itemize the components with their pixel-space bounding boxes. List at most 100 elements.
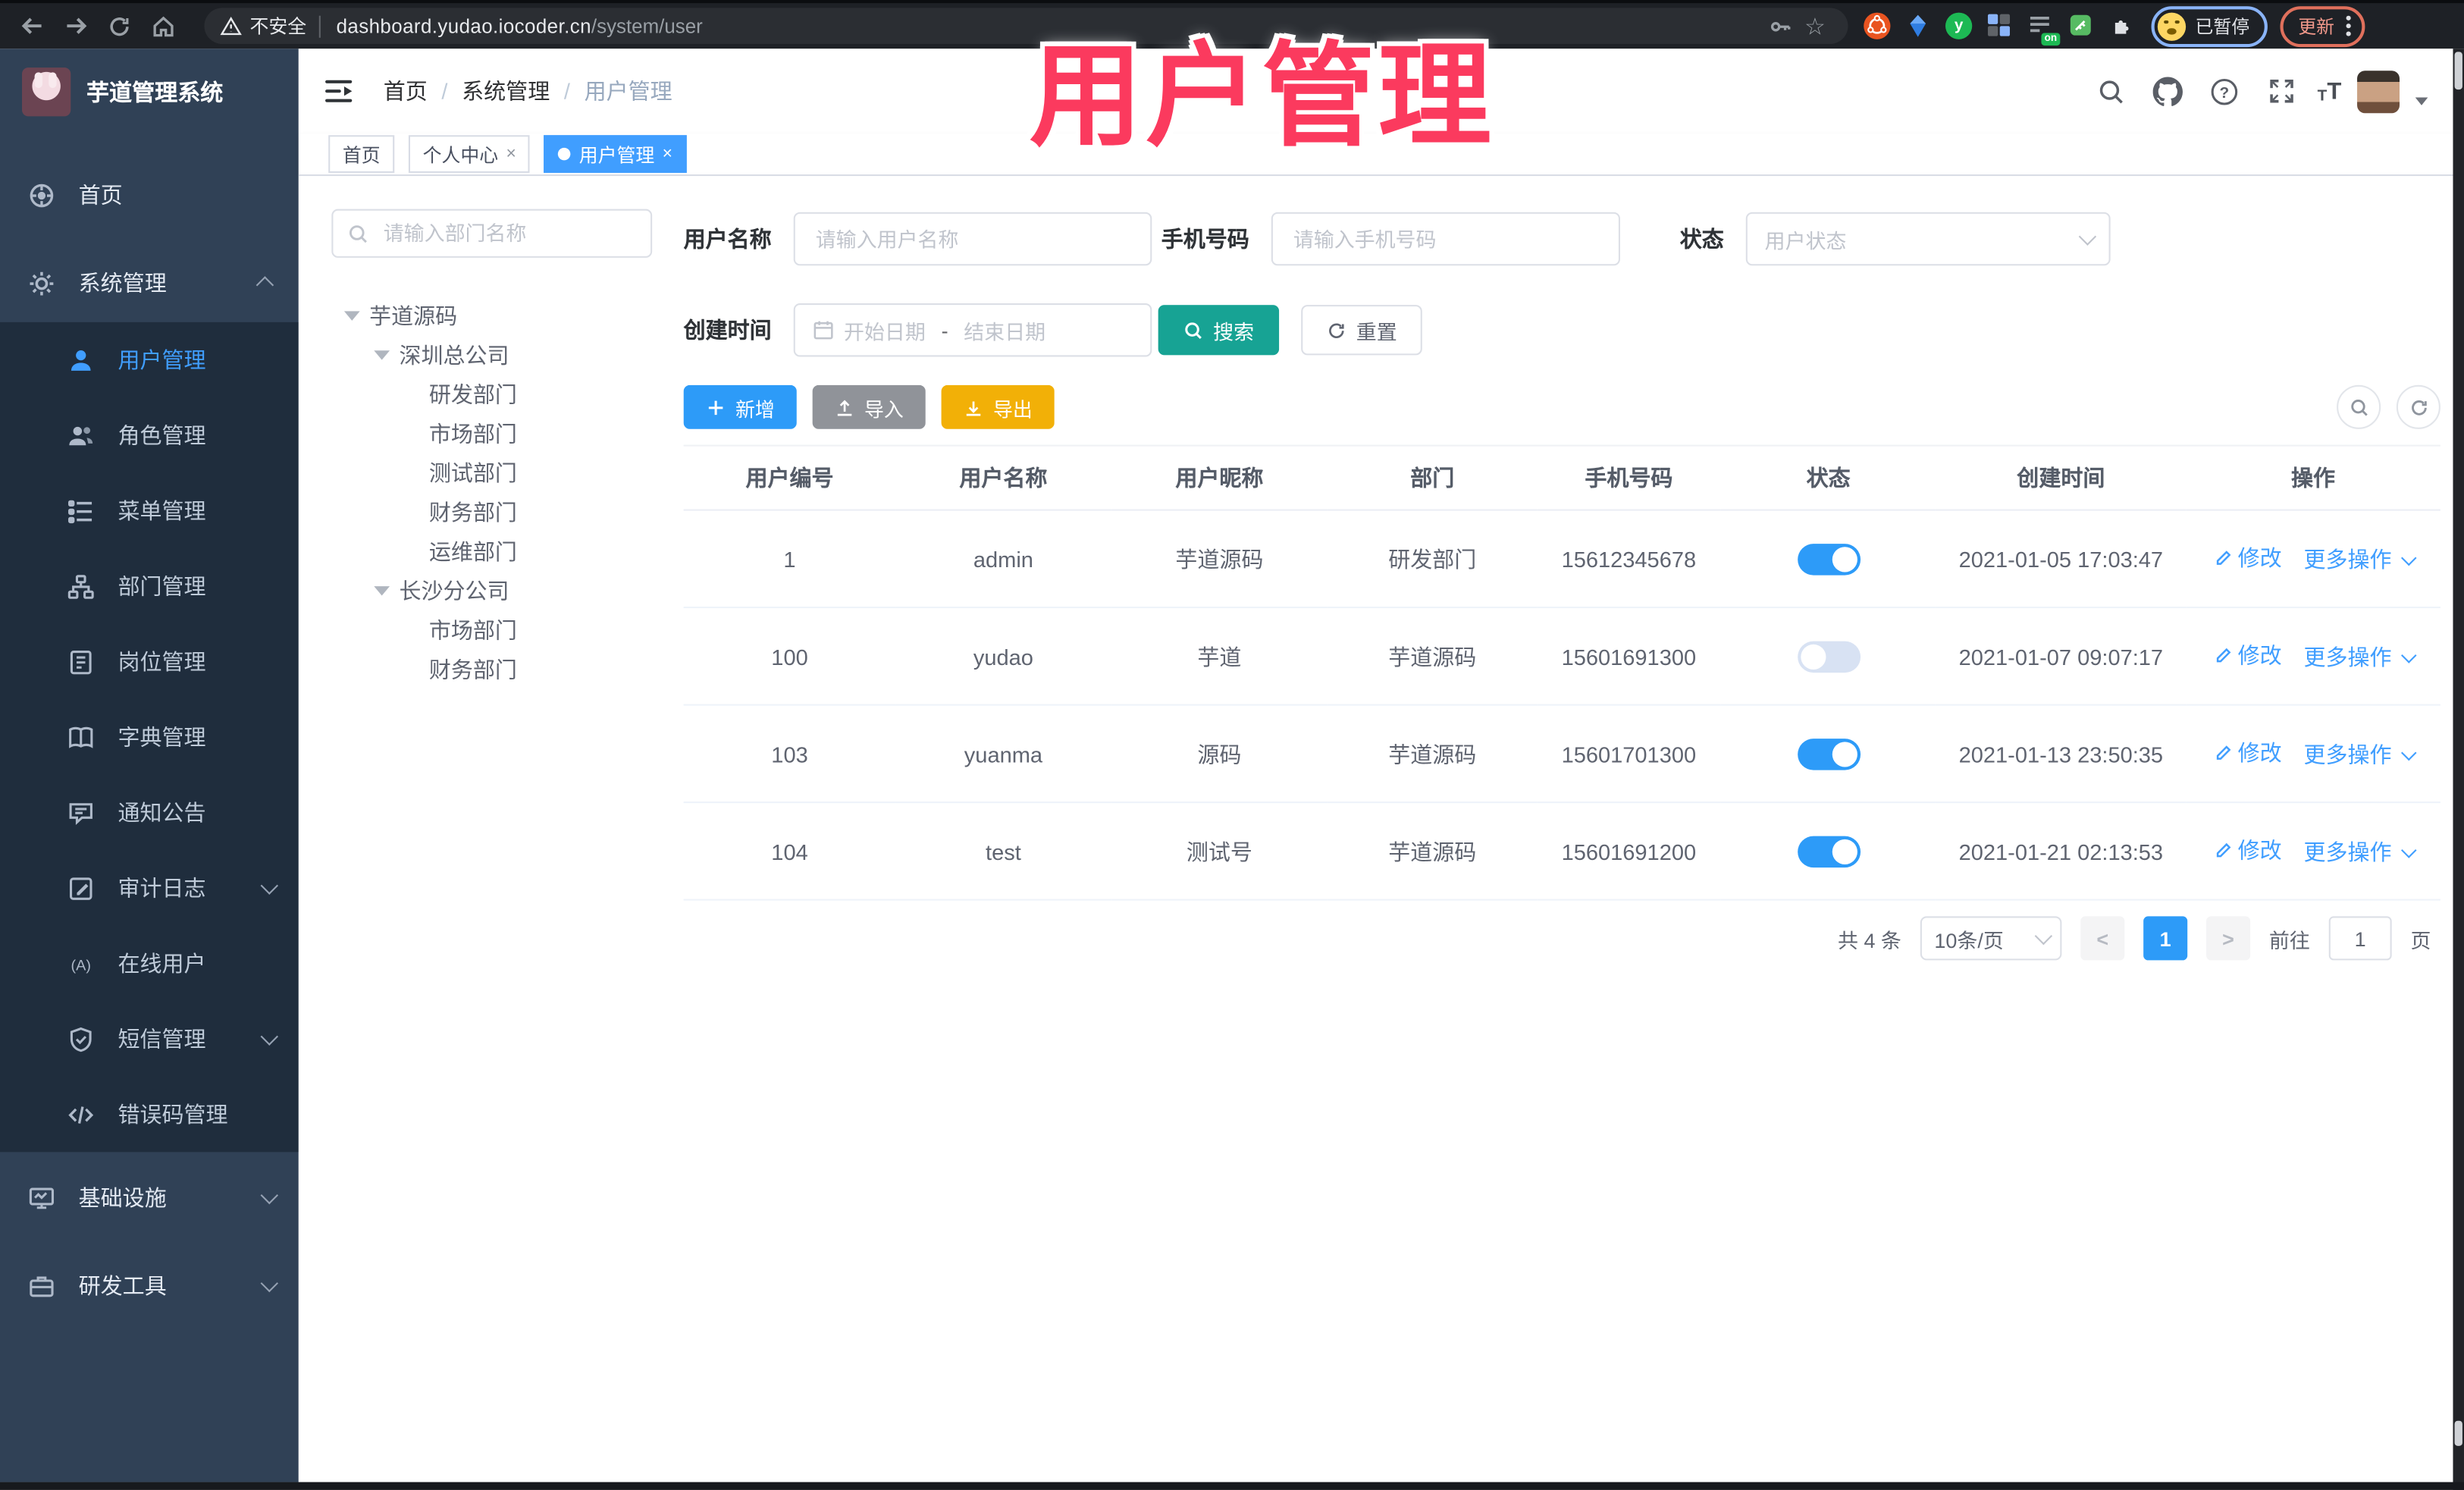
status-select[interactable]: 用户状态 [1745,212,2111,266]
tree-node[interactable]: 长沙分公司 [331,570,652,610]
cell-nickname: 芋道源码 [1111,510,1328,609]
ubuntu-extension-icon[interactable] [1864,12,1891,39]
more-actions-link[interactable]: 更多操作 [2303,836,2417,867]
browser-menu-kebab-icon[interactable] [2345,15,2350,36]
password-key-icon[interactable] [1763,8,1798,43]
app-logo[interactable]: 芋道管理系统 [0,49,299,133]
page-size-select[interactable]: 10条/页 [1920,916,2062,961]
tree-node[interactable]: 财务部门 [331,649,652,689]
font-size-button[interactable]: TT [2318,78,2342,105]
status-toggle[interactable] [1797,738,1861,770]
close-icon[interactable]: × [506,145,516,164]
sidebar-collapse-button[interactable] [308,61,368,121]
grid-extension-icon[interactable] [1986,13,2013,39]
department-search[interactable] [331,209,653,258]
create-time-range-picker[interactable]: 开始日期 - 结束日期 [793,303,1152,357]
sidebar-item-dict-mgmt[interactable]: 字典管理 [0,699,299,774]
department-search-input[interactable] [380,220,637,247]
more-actions-link[interactable]: 更多操作 [2303,544,2417,575]
edit-link[interactable]: 修改 [2215,835,2282,866]
tab-home[interactable]: 首页 [328,135,395,173]
tab-user-mgmt[interactable]: 用户管理 × [544,135,687,173]
import-button[interactable]: 导入 [812,384,926,429]
toggle-search-button[interactable] [2337,384,2381,429]
breadcrumb-home[interactable]: 首页 [384,75,428,106]
browser-reload-button[interactable] [98,7,142,45]
fullscreen-button[interactable] [2261,71,2302,111]
sidebar-item-post-mgmt[interactable]: 岗位管理 [0,624,299,699]
sidebar-item-dev-tools[interactable]: 研发工具 [0,1247,299,1325]
avatar-caret-icon[interactable] [2415,96,2428,105]
sidebar-item-errcode-mgmt[interactable]: 错误码管理 [0,1077,299,1152]
reload-icon [110,17,129,36]
more-actions-link[interactable]: 更多操作 [2303,739,2417,770]
status-toggle[interactable] [1797,543,1861,575]
mobile-field[interactable] [1271,212,1620,266]
sidebar-item-dept-mgmt[interactable]: 部门管理 [0,548,299,623]
reset-button[interactable]: 重置 [1301,305,1422,356]
extensions-puzzle-icon[interactable] [2109,13,2136,39]
tree-node[interactable]: 研发部门 [331,374,652,413]
breadcrumb-system[interactable]: 系统管理 [462,75,550,106]
edit-pencil-icon [2216,648,2231,663]
green-y-extension-icon[interactable]: y [1945,12,1973,39]
green-key-extension-icon[interactable] [2068,13,2095,39]
help-button[interactable]: ? [2204,71,2245,111]
sidebar-item-menu-mgmt[interactable]: 菜单管理 [0,473,299,548]
address-bar[interactable]: 不安全 dashboard.yudao.iocoder.cn/system/us… [204,8,1848,45]
username-input[interactable] [812,225,1133,253]
tabs-list-extension-icon[interactable]: on [2027,13,2061,46]
tree-node[interactable]: 市场部门 [331,413,652,453]
edit-link[interactable]: 修改 [2215,640,2282,671]
sidebar-item-infrastructure[interactable]: 基础设施 [0,1159,299,1237]
cell-username: yuanma [895,704,1111,804]
status-toggle[interactable] [1797,640,1861,673]
tree-caret-icon[interactable] [374,585,390,595]
more-actions-link[interactable]: 更多操作 [2303,641,2417,673]
prev-page-button[interactable]: < [2080,916,2125,961]
goto-page-input[interactable] [2328,916,2392,961]
tree-node[interactable]: 深圳总公司 [331,334,652,374]
page-number-button[interactable]: 1 [2143,916,2188,961]
bookmark-star-icon[interactable]: ☆ [1798,8,1832,43]
export-button[interactable]: 导出 [941,384,1055,429]
tab-profile[interactable]: 个人中心 × [408,135,531,173]
sidebar-item-role-mgmt[interactable]: 角色管理 [0,397,299,472]
tree-node[interactable]: 财务部门 [331,492,652,532]
add-button[interactable]: 新增 [683,384,797,429]
mobile-input[interactable] [1290,225,1602,253]
tree-node[interactable]: 测试部门 [331,453,652,492]
edit-link[interactable]: 修改 [2215,737,2282,768]
blue-gem-extension-icon[interactable] [1904,13,1931,39]
tree-caret-icon[interactable] [343,310,360,320]
sidebar-item-home[interactable]: 首页 [0,155,299,234]
search-button[interactable]: 搜索 [1158,305,1280,356]
tree-node[interactable]: 运维部门 [331,532,652,571]
sidebar-item-user-mgmt[interactable]: 用户管理 [0,322,299,397]
user-avatar[interactable] [2357,70,2400,113]
header-search-button[interactable] [2091,71,2132,111]
browser-forward-button[interactable] [53,7,97,45]
sidebar-item-system[interactable]: 系统管理 [0,243,299,322]
tree-node[interactable]: 市场部门 [331,610,652,649]
browser-back-button[interactable] [9,7,53,45]
sidebar-item-notice[interactable]: 通知公告 [0,775,299,850]
tree-caret-icon[interactable] [374,350,390,359]
github-link[interactable] [2148,71,2189,111]
browser-update-button[interactable]: 更新 [2279,5,2365,47]
tree-node[interactable]: 芋道源码 [331,296,652,335]
next-page-button[interactable]: > [2206,916,2251,961]
browser-profile-chip[interactable]: 已暂停 [2151,5,2267,47]
status-toggle[interactable] [1797,835,1861,867]
scrollbar-thumb[interactable] [2454,52,2462,90]
username-field[interactable] [793,212,1152,266]
close-icon[interactable]: × [663,145,672,164]
sidebar-item-sms-mgmt[interactable]: 短信管理 [0,1001,299,1076]
sidebar-item-online-users[interactable]: (A) 在线用户 [0,926,299,1001]
sidebar-item-audit-log[interactable]: 审计日志 [0,850,299,925]
browser-scrollbar[interactable] [2453,49,2464,1490]
edit-link[interactable]: 修改 [2215,542,2282,573]
security-label[interactable]: 不安全 [250,13,307,39]
refresh-table-button[interactable] [2396,384,2440,429]
browser-home-button[interactable] [142,7,186,45]
